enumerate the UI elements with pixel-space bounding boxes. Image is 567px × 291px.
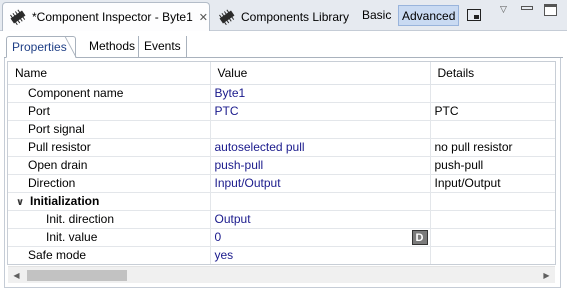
property-details — [430, 246, 555, 264]
property-name: Component name — [8, 84, 211, 103]
view-window-icon[interactable] — [467, 9, 481, 21]
scroll-left-icon[interactable]: ◀ — [8, 267, 25, 284]
property-name: Direction — [8, 174, 211, 193]
advanced-mode-button[interactable]: Advanced — [398, 5, 460, 26]
property-details — [430, 228, 555, 247]
property-details — [430, 210, 555, 229]
property-name: Safe mode — [8, 246, 211, 264]
maximize-icon[interactable] — [544, 4, 557, 16]
table-row[interactable]: Safe mode yes — [8, 246, 555, 264]
table-row[interactable]: Component name Byte1 — [8, 84, 555, 103]
tab-title: Components Library — [241, 9, 350, 24]
tab-components-library[interactable]: Components Library — [212, 2, 352, 31]
property-details: Input/Output — [430, 174, 555, 193]
property-details — [430, 192, 555, 211]
table-row[interactable]: Direction Input/Output Input/Output — [8, 174, 555, 193]
property-name: Pull resistor — [8, 138, 211, 157]
property-name: Port signal — [8, 120, 211, 139]
property-value[interactable]: 0 — [215, 230, 222, 244]
component-inspector-icon — [9, 9, 27, 25]
property-value[interactable]: Input/Output — [210, 174, 431, 193]
tab-events[interactable]: Events — [138, 36, 187, 58]
tab-title: *Component Inspector - Byte1 — [32, 10, 193, 24]
property-name: Open drain — [8, 156, 211, 175]
table-row[interactable]: Port signal — [8, 120, 555, 139]
property-value[interactable]: Byte1 — [210, 84, 431, 103]
property-name: Init. direction — [8, 210, 211, 229]
inspector-tabs: Properties Methods Events — [4, 35, 563, 58]
column-header-details[interactable]: Details — [430, 62, 555, 85]
table-row[interactable]: Open drain push-pull push-pull — [8, 156, 555, 175]
column-header-value[interactable]: Value — [210, 62, 431, 85]
property-value-cell[interactable]: 0D — [210, 228, 431, 247]
property-value[interactable] — [210, 120, 431, 139]
property-details: PTC — [430, 102, 555, 121]
table-header: Name Value Details — [8, 62, 555, 85]
property-name: Port — [8, 102, 211, 121]
property-value — [210, 192, 431, 211]
group-label: Initialization — [30, 194, 100, 208]
property-value[interactable]: PTC — [210, 102, 431, 121]
property-details: no pull resistor — [430, 138, 555, 157]
property-value[interactable]: push-pull — [210, 156, 431, 175]
view-menu-icon[interactable]: ▽ — [500, 4, 507, 15]
column-header-name[interactable]: Name — [8, 62, 211, 85]
table-row[interactable]: Init. value 0D — [8, 228, 555, 247]
scrollbar-thumb[interactable] — [27, 270, 127, 281]
property-details — [430, 84, 555, 103]
property-details — [430, 120, 555, 139]
horizontal-scrollbar[interactable]: ◀ ▶ — [8, 266, 555, 283]
property-details: push-pull — [430, 156, 555, 175]
group-header[interactable]: ∨ Initialization — [8, 192, 211, 211]
group-row-initialization[interactable]: ∨ Initialization — [8, 192, 555, 211]
chevron-down-icon[interactable]: ∨ — [16, 197, 30, 208]
minimize-icon[interactable] — [521, 6, 533, 10]
property-value[interactable]: autoselected pull — [210, 138, 431, 157]
scroll-right-icon[interactable]: ▶ — [538, 267, 555, 284]
table-row[interactable]: Pull resistor autoselected pull no pull … — [8, 138, 555, 157]
tab-methods[interactable]: Methods — [84, 36, 140, 58]
components-library-icon — [218, 9, 236, 25]
property-name: Init. value — [8, 228, 211, 247]
table-row[interactable]: Init. direction Output — [8, 210, 555, 229]
property-value[interactable]: Output — [210, 210, 431, 229]
default-value-button[interactable]: D — [411, 229, 428, 245]
editor-tab-bar: *Component Inspector - Byte1 ✕ Component… — [0, 0, 567, 31]
tab-component-inspector[interactable]: *Component Inspector - Byte1 ✕ — [2, 2, 210, 31]
table-row[interactable]: Port PTC PTC — [8, 102, 555, 121]
close-icon[interactable]: ✕ — [199, 11, 208, 24]
basic-mode-button[interactable]: Basic — [358, 5, 395, 26]
properties-grid: Name Value Details Component name Byte1 … — [7, 61, 556, 265]
property-value[interactable]: yes — [210, 246, 431, 264]
